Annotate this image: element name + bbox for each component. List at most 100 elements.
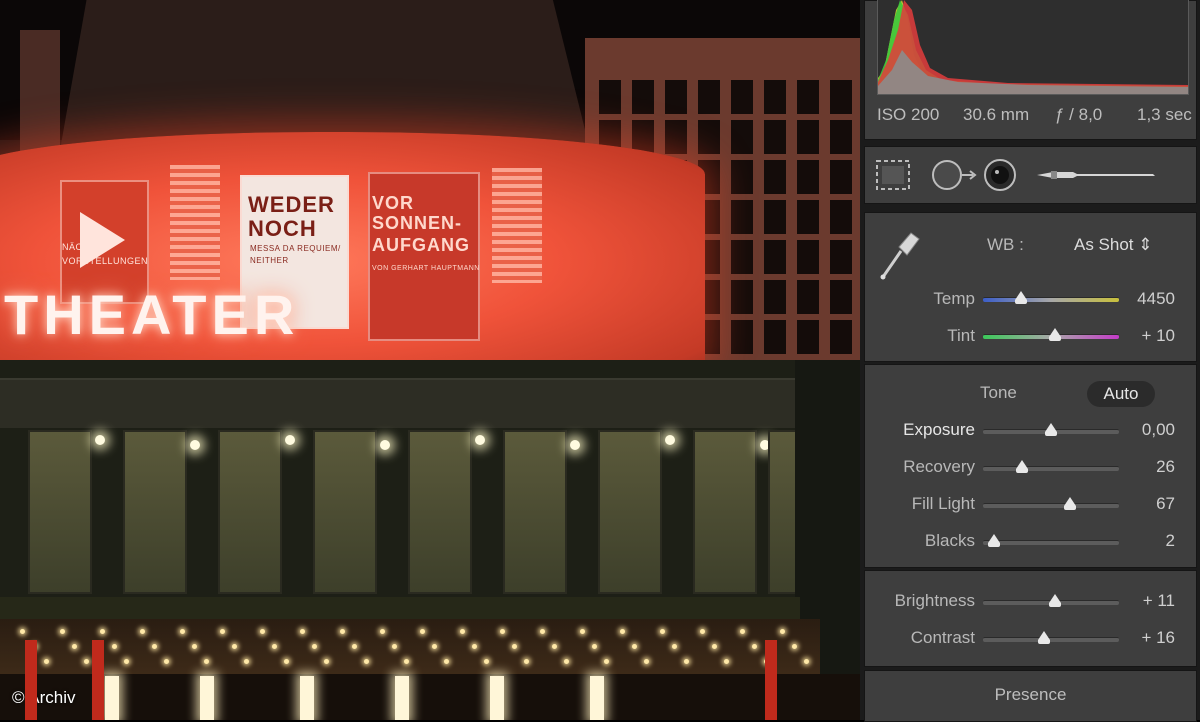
ceiling-light	[724, 659, 729, 664]
exposure-value[interactable]: 0,00	[1115, 420, 1175, 440]
ceiling-light	[312, 644, 317, 649]
office-window	[830, 320, 852, 354]
ceiling-light	[780, 629, 785, 634]
recovery-label: Recovery	[903, 457, 975, 476]
exposure-slider[interactable]	[983, 423, 1119, 436]
tint-value[interactable]: + 10	[1115, 326, 1175, 346]
office-window	[830, 160, 852, 194]
tone-section: Tone Auto Exposure 0,00 Recovery 26 Fill…	[864, 364, 1197, 568]
ceiling-light	[44, 659, 49, 664]
temp-slider[interactable]	[983, 291, 1119, 304]
focal-length-readout: 30.6 mm	[963, 105, 1030, 124]
ceiling-light	[300, 629, 305, 634]
spot-removal-icon[interactable]	[931, 157, 979, 198]
ceiling-light	[192, 644, 197, 649]
contrast-slider[interactable]	[983, 631, 1119, 644]
ceiling-light	[340, 629, 345, 634]
ceiling-light	[500, 629, 505, 634]
crop-overlay-icon[interactable]	[873, 157, 913, 198]
vent-panel	[492, 168, 542, 283]
poster-subtitle-1: MESSA DA REQUIEM/	[250, 244, 341, 253]
poster2-title-2: SONNEN-	[372, 213, 463, 233]
fill-light-thumb[interactable]	[1064, 497, 1077, 510]
temp-value[interactable]: 4450	[1115, 289, 1175, 309]
ceiling-light	[232, 644, 237, 649]
tool-strip	[864, 146, 1197, 204]
ceiling-light	[632, 644, 637, 649]
blacks-label: Blacks	[924, 531, 975, 550]
lit-pillar	[490, 676, 504, 720]
auto-tone-button[interactable]: Auto	[1087, 381, 1155, 407]
fill-light-label: Fill Light	[911, 494, 975, 513]
photo-preview: NÄCHSTE VORSTELLUNGEN WEDER NOCH MESSA D…	[0, 0, 860, 720]
ceiling-light	[592, 644, 597, 649]
tint-slider[interactable]	[983, 328, 1119, 341]
adjustment-brush-icon[interactable]	[1033, 165, 1159, 190]
ceiling-light	[460, 629, 465, 634]
facade-lamp	[380, 440, 390, 450]
ceiling-light	[60, 629, 65, 634]
ceiling-light	[152, 644, 157, 649]
facade-beam	[0, 378, 800, 428]
ceiling-light	[244, 659, 249, 664]
contrast-label: Contrast	[910, 628, 975, 647]
glass-panel	[598, 430, 662, 594]
brightness-slider[interactable]	[983, 594, 1119, 607]
tint-thumb[interactable]	[1049, 328, 1062, 341]
ceiling-light	[484, 659, 489, 664]
ceiling-light	[220, 629, 225, 634]
blacks-value[interactable]: 2	[1115, 531, 1175, 551]
presence-title[interactable]: Presence	[865, 685, 1196, 705]
recovery-slider[interactable]	[983, 460, 1119, 473]
ceiling-light	[472, 644, 477, 649]
canopy-ceiling	[0, 619, 820, 674]
wb-dropdown[interactable]: As Shot ⇕	[1074, 235, 1153, 255]
ceiling-light	[164, 659, 169, 664]
temp-thumb[interactable]	[1015, 291, 1028, 304]
exposure-thumb[interactable]	[1045, 423, 1057, 436]
ceiling-light	[420, 629, 425, 634]
red-eye-icon[interactable]	[982, 157, 1018, 198]
lit-pillar	[200, 676, 214, 720]
ceiling-light	[124, 659, 129, 664]
ceiling-light	[564, 659, 569, 664]
contrast-value[interactable]: + 16	[1115, 628, 1175, 648]
office-window	[731, 240, 753, 274]
facade-lamp	[95, 435, 105, 445]
ceiling-light	[672, 644, 677, 649]
fill-light-value[interactable]: 67	[1115, 494, 1175, 514]
recovery-thumb[interactable]	[1016, 460, 1029, 473]
office-window	[632, 80, 654, 114]
ceiling-light	[580, 629, 585, 634]
ceiling-light	[260, 629, 265, 634]
theater-sign: THEATER	[4, 283, 300, 346]
ceiling-light	[684, 659, 689, 664]
office-window	[731, 200, 753, 234]
wb-eyedropper-icon[interactable]	[877, 225, 923, 286]
facade-lamp	[190, 440, 200, 450]
recovery-value[interactable]: 26	[1115, 457, 1175, 477]
blacks-thumb[interactable]	[987, 534, 1000, 547]
fill-light-slider[interactable]	[983, 497, 1119, 510]
glass-panel	[218, 430, 282, 594]
office-window	[731, 80, 753, 114]
office-window	[830, 240, 852, 274]
arrow-poster-text-2: VORSTELLUNGEN	[62, 256, 149, 266]
poster2-title-1: VOR	[372, 193, 415, 213]
ceiling-light	[272, 644, 277, 649]
ceiling-light	[740, 629, 745, 634]
ceiling-light	[700, 629, 705, 634]
contrast-thumb[interactable]	[1038, 631, 1051, 644]
facade-lamp	[285, 435, 295, 445]
office-window	[797, 120, 819, 154]
brightness-thumb[interactable]	[1049, 594, 1062, 607]
red-post	[25, 640, 37, 720]
office-window	[599, 80, 621, 114]
brightness-value[interactable]: + 11	[1115, 591, 1175, 611]
wb-label: WB :	[987, 235, 1024, 254]
ceiling-light	[792, 644, 797, 649]
office-window	[797, 240, 819, 274]
ceiling-light	[552, 644, 557, 649]
blacks-slider[interactable]	[983, 534, 1119, 547]
shutter-readout: 1,3 sec	[1137, 105, 1192, 124]
